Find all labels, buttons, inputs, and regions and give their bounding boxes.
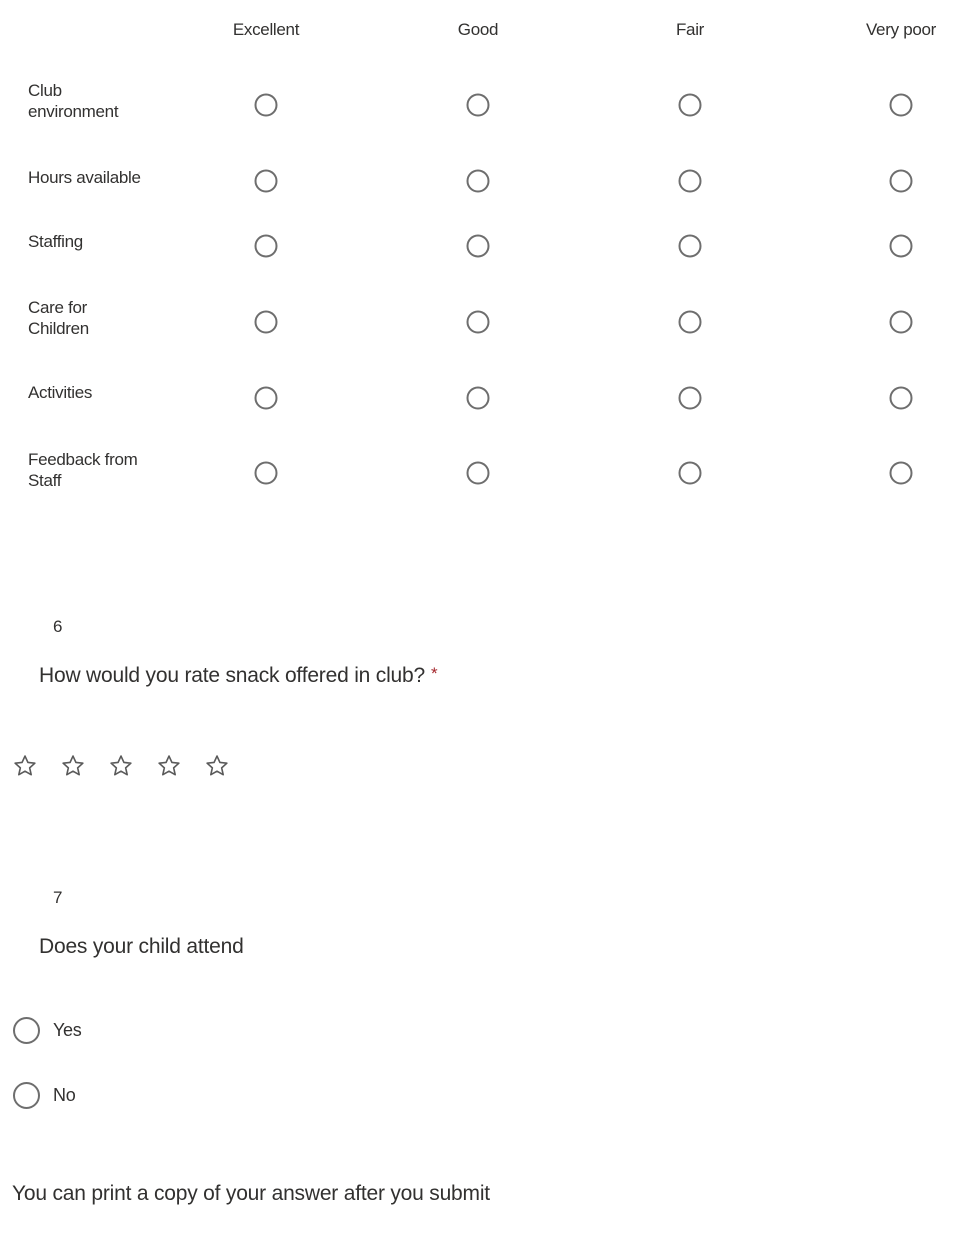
radio-staffing-fair[interactable] <box>678 234 702 258</box>
column-header-good: Good <box>457 20 499 39</box>
radio-club-environment-fair[interactable] <box>678 93 702 117</box>
radio-no[interactable] <box>13 1082 40 1109</box>
question-number: 6 <box>53 617 63 636</box>
choice-no[interactable]: No <box>13 1082 76 1109</box>
radio-club-environment-good[interactable] <box>466 93 490 117</box>
question-title: How would you rate snack offered in club… <box>39 664 438 688</box>
question-title: Does your child attend <box>39 935 244 958</box>
radio-club-environment-excellent[interactable] <box>254 93 278 117</box>
radio-hours-available-excellent[interactable] <box>254 169 278 193</box>
row-label: Staffing <box>28 232 83 251</box>
radio-feedback-from-staff-very-poor[interactable] <box>889 461 913 485</box>
radio-hours-available-fair[interactable] <box>678 169 702 193</box>
radio-care-for-children-fair[interactable] <box>678 310 702 334</box>
star-3-icon[interactable] <box>108 753 134 779</box>
radio-staffing-excellent[interactable] <box>254 234 278 258</box>
required-asterisk: * <box>430 664 438 683</box>
row-label: Hours available <box>28 168 141 187</box>
row-label: Club environment <box>28 81 119 121</box>
choice-label: Yes <box>53 1020 82 1040</box>
radio-feedback-from-staff-fair[interactable] <box>678 461 702 485</box>
radio-care-for-children-good[interactable] <box>466 310 490 334</box>
question-title-text: How would you rate snack offered in club… <box>39 664 425 687</box>
radio-hours-available-good[interactable] <box>466 169 490 193</box>
row-label: Care for Children <box>28 298 89 338</box>
radio-activities-excellent[interactable] <box>254 386 278 410</box>
star-1-icon[interactable] <box>12 753 38 779</box>
print-copy-note: You can print a copy of your answer afte… <box>12 1182 490 1205</box>
radio-hours-available-very-poor[interactable] <box>889 169 913 193</box>
row-label: Feedback from Staff <box>28 450 138 490</box>
radio-activities-good[interactable] <box>466 386 490 410</box>
choice-yes[interactable]: Yes <box>13 1017 82 1044</box>
star-4-icon[interactable] <box>156 753 182 779</box>
radio-club-environment-very-poor[interactable] <box>889 93 913 117</box>
radio-activities-very-poor[interactable] <box>889 386 913 410</box>
column-header-very-poor: Very poor <box>865 20 937 39</box>
star-2-icon[interactable] <box>60 753 86 779</box>
column-header-fair: Fair <box>675 20 705 39</box>
radio-care-for-children-very-poor[interactable] <box>889 310 913 334</box>
column-header-excellent: Excellent <box>232 20 300 39</box>
radio-staffing-very-poor[interactable] <box>889 234 913 258</box>
radio-yes[interactable] <box>13 1017 40 1044</box>
question-number: 7 <box>53 888 63 907</box>
star-5-icon[interactable] <box>204 753 230 779</box>
radio-staffing-good[interactable] <box>466 234 490 258</box>
radio-activities-fair[interactable] <box>678 386 702 410</box>
row-label: Activities <box>28 383 93 402</box>
choice-label: No <box>53 1085 76 1105</box>
radio-feedback-from-staff-excellent[interactable] <box>254 461 278 485</box>
radio-care-for-children-excellent[interactable] <box>254 310 278 334</box>
radio-feedback-from-staff-good[interactable] <box>466 461 490 485</box>
